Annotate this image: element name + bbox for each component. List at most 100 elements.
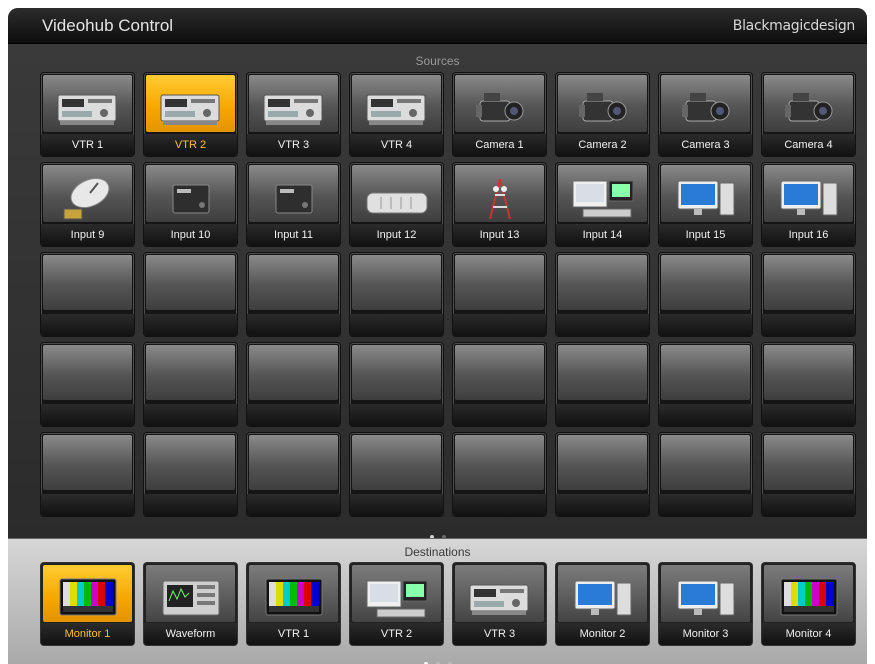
camera-icon bbox=[578, 93, 626, 122]
tile-label bbox=[762, 314, 855, 336]
tile-label bbox=[762, 494, 855, 516]
source-button[interactable]: VTR 2 bbox=[144, 73, 237, 156]
source-button[interactable]: Input 11 bbox=[247, 163, 340, 246]
source-button-empty[interactable] bbox=[659, 343, 752, 426]
tile-label bbox=[144, 314, 237, 336]
tile-face bbox=[43, 75, 132, 132]
source-button-empty[interactable] bbox=[350, 253, 443, 336]
source-button-empty[interactable] bbox=[453, 253, 546, 336]
tile-label bbox=[41, 494, 134, 516]
tile-label bbox=[762, 404, 855, 426]
tile-face bbox=[146, 255, 235, 310]
source-button-empty[interactable] bbox=[762, 433, 855, 516]
tile-label bbox=[556, 494, 649, 516]
source-button[interactable]: VTR 3 bbox=[247, 73, 340, 156]
tile-face bbox=[146, 435, 235, 490]
destination-button[interactable]: Monitor 1 bbox=[41, 563, 134, 645]
source-button[interactable]: Input 13 bbox=[453, 163, 546, 246]
source-button-empty[interactable] bbox=[247, 433, 340, 516]
tile-face bbox=[764, 255, 853, 310]
source-button[interactable]: Camera 4 bbox=[762, 73, 855, 156]
destination-button[interactable]: Monitor 4 bbox=[762, 563, 855, 645]
source-button-empty[interactable] bbox=[350, 343, 443, 426]
tile-label: Monitor 2 bbox=[556, 623, 649, 645]
source-button-empty[interactable] bbox=[41, 433, 134, 516]
source-button[interactable]: Input 10 bbox=[144, 163, 237, 246]
app-title: Videohub Control bbox=[42, 16, 174, 35]
source-button[interactable]: Camera 2 bbox=[556, 73, 649, 156]
tile-label: VTR 4 bbox=[350, 134, 443, 156]
source-button-empty[interactable] bbox=[556, 253, 649, 336]
tile-face bbox=[249, 565, 338, 622]
destination-button[interactable]: Monitor 2 bbox=[556, 563, 649, 645]
tile-label: Input 11 bbox=[247, 224, 340, 246]
tile-face bbox=[352, 255, 441, 310]
tile-label: Input 13 bbox=[453, 224, 546, 246]
tile-face bbox=[764, 345, 853, 400]
sources-heading: Sources bbox=[415, 54, 460, 68]
source-button-empty[interactable] bbox=[659, 433, 752, 516]
source-button-empty[interactable] bbox=[556, 433, 649, 516]
color-bars-monitor-icon bbox=[265, 578, 322, 616]
tile-face bbox=[249, 165, 338, 222]
sources-grid: VTR 1 VTR 2 VTR 3 VTR 4 Camera 1 Camera 2 Came… bbox=[41, 73, 855, 516]
source-button[interactable]: Input 14 bbox=[556, 163, 649, 246]
source-button-empty[interactable] bbox=[41, 253, 134, 336]
tile-label bbox=[247, 404, 340, 426]
destination-button[interactable]: VTR 1 bbox=[247, 563, 340, 645]
tile-face bbox=[661, 255, 750, 310]
destination-button[interactable]: VTR 3 bbox=[453, 563, 546, 645]
tile-face bbox=[455, 165, 544, 222]
camera-icon bbox=[475, 93, 523, 122]
source-button[interactable]: VTR 1 bbox=[41, 73, 134, 156]
destinations-page-indicator[interactable] bbox=[8, 653, 867, 664]
source-button-empty[interactable] bbox=[762, 343, 855, 426]
destination-button[interactable]: Waveform bbox=[144, 563, 237, 645]
tile-label: Monitor 4 bbox=[762, 623, 855, 645]
tile-face bbox=[558, 165, 647, 222]
tile-face bbox=[455, 565, 544, 622]
source-button[interactable]: Camera 3 bbox=[659, 73, 752, 156]
camera-icon bbox=[784, 93, 832, 122]
source-button[interactable]: Input 16 bbox=[762, 163, 855, 246]
source-button-empty[interactable] bbox=[144, 253, 237, 336]
tile-label: VTR 3 bbox=[247, 134, 340, 156]
tile-label bbox=[659, 404, 752, 426]
destination-button[interactable]: VTR 2 bbox=[350, 563, 443, 645]
source-button[interactable]: Input 12 bbox=[350, 163, 443, 246]
source-button-empty[interactable] bbox=[659, 253, 752, 336]
source-button-empty[interactable] bbox=[247, 343, 340, 426]
source-button-empty[interactable] bbox=[350, 433, 443, 516]
destinations-heading: Destinations bbox=[404, 545, 471, 559]
converter-box-icon bbox=[275, 184, 312, 214]
destination-button[interactable]: Monitor 3 bbox=[659, 563, 752, 645]
source-button-empty[interactable] bbox=[556, 343, 649, 426]
source-button-empty[interactable] bbox=[144, 343, 237, 426]
desktop-computer-icon bbox=[780, 180, 837, 216]
source-button[interactable]: Camera 1 bbox=[453, 73, 546, 156]
camera-icon bbox=[681, 93, 729, 122]
source-button[interactable]: Input 15 bbox=[659, 163, 752, 246]
tile-label: Monitor 1 bbox=[41, 623, 134, 645]
source-button-empty[interactable] bbox=[453, 433, 546, 516]
tile-face bbox=[764, 165, 853, 222]
color-bars-monitor-icon bbox=[59, 578, 116, 616]
tile-face bbox=[249, 255, 338, 310]
tile-face bbox=[661, 565, 750, 622]
source-button[interactable]: VTR 4 bbox=[350, 73, 443, 156]
tile-label bbox=[453, 404, 546, 426]
source-button-empty[interactable] bbox=[453, 343, 546, 426]
tile-face bbox=[146, 345, 235, 400]
tile-label bbox=[659, 314, 752, 336]
tile-face bbox=[146, 565, 235, 622]
tile-label: VTR 3 bbox=[453, 623, 546, 645]
source-button-empty[interactable] bbox=[247, 253, 340, 336]
source-button[interactable]: Input 9 bbox=[41, 163, 134, 246]
source-button-empty[interactable] bbox=[144, 433, 237, 516]
tile-label bbox=[350, 494, 443, 516]
source-button-empty[interactable] bbox=[41, 343, 134, 426]
workstation-monitor-icon bbox=[572, 180, 633, 218]
source-button-empty[interactable] bbox=[762, 253, 855, 336]
tile-face bbox=[352, 165, 441, 222]
tile-label: Camera 2 bbox=[556, 134, 649, 156]
